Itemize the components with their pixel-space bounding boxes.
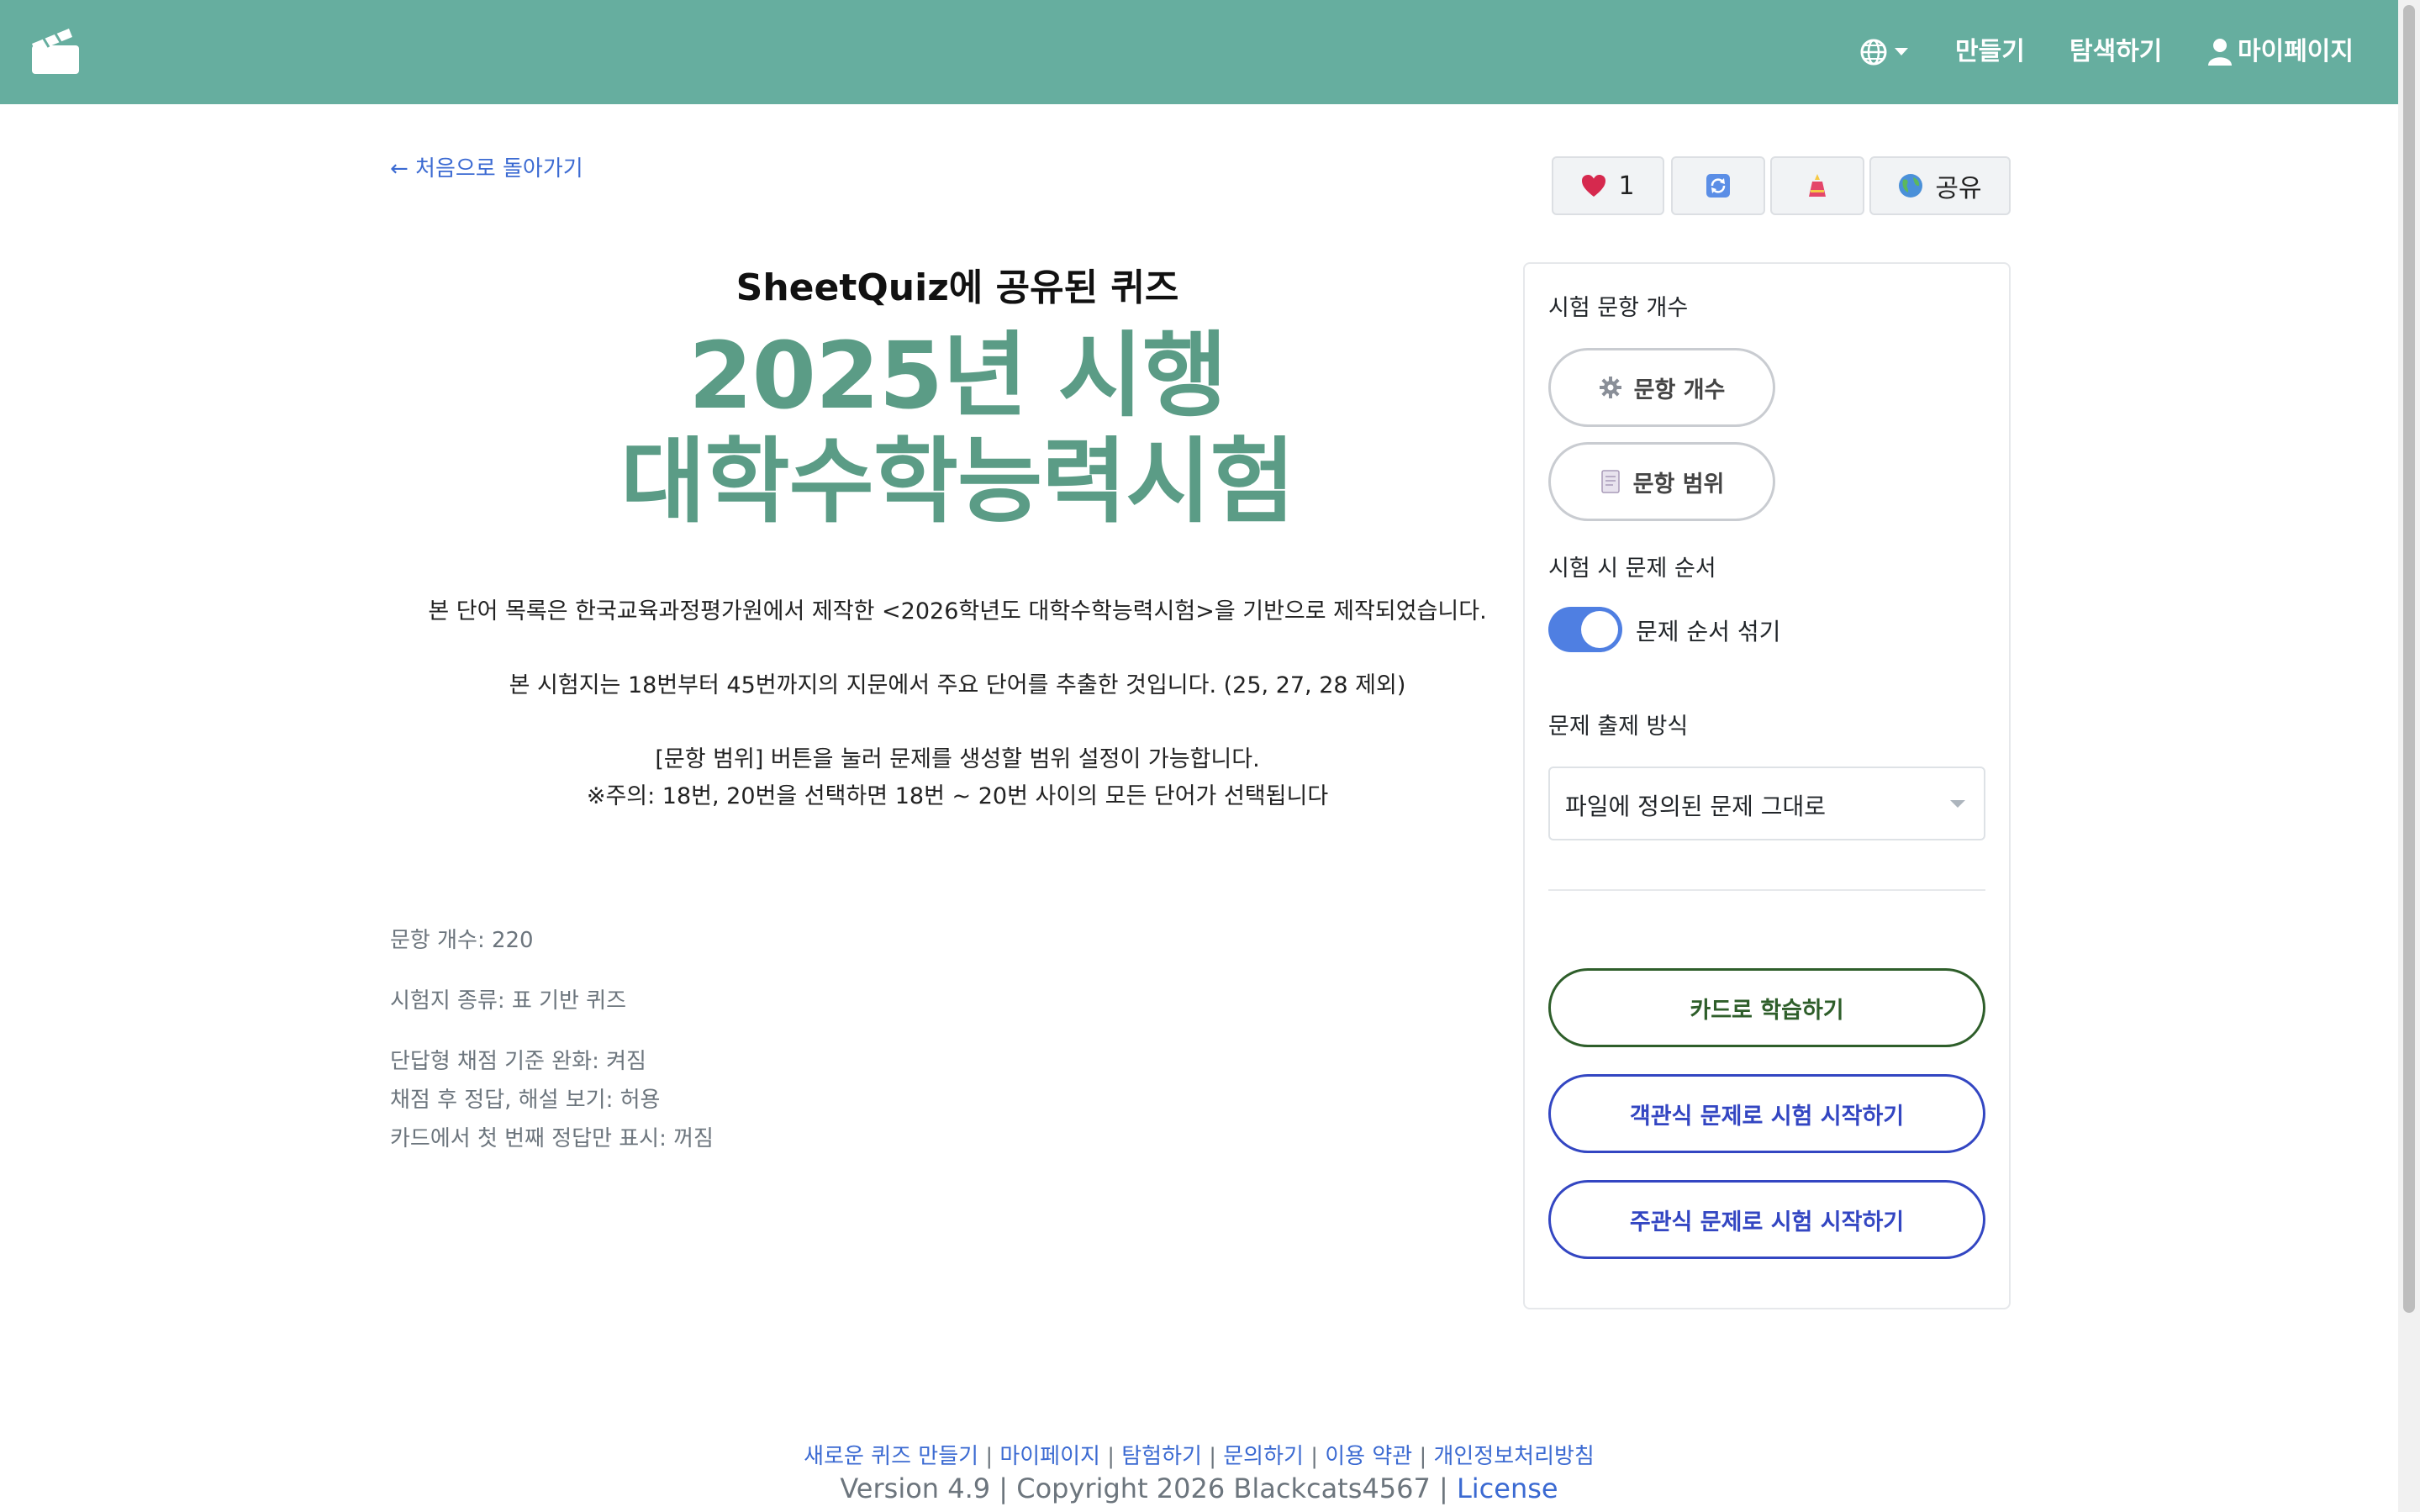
question-count-button-label: 문항 개수 [1633, 377, 1726, 403]
quiz-title-line1: 2025년 시행 [688, 322, 1227, 429]
globe-icon [1860, 39, 1887, 66]
question-order-section-label: 시험 시 문제 순서 [1548, 556, 1716, 582]
user-icon [2208, 39, 2232, 66]
share-label: 공유 [1935, 174, 1982, 203]
question-range-button[interactable]: 문항 범위 [1548, 442, 1775, 521]
quiz-subtitle: SheetQuiz에 공유된 퀴즈 [735, 266, 1179, 309]
heart-icon [1582, 175, 1606, 197]
question-count-section-label: 시험 문항 개수 [1548, 295, 1689, 321]
description-line: [문항 범위] 버튼을 눌러 문제를 생성할 범위 설정이 가능합니다. [655, 746, 1260, 772]
footer-separator: | [985, 1444, 994, 1469]
toggle-knob [1581, 611, 1618, 648]
trophy-icon [1809, 174, 1826, 197]
footer-links: 새로운 퀴즈 만들기 | 마이페이지 | 탐험하기 | 문의하기 | 이용 약관… [0, 1439, 2398, 1470]
meta-question-count: 문항 개수: 220 [390, 928, 534, 953]
navbar: 만들기 탐색하기 마이페이지 [0, 0, 2398, 104]
start-multiple-choice-button[interactable]: 객관식 문제로 시험 시작하기 [1548, 1074, 1985, 1153]
ranking-button[interactable] [1770, 156, 1864, 215]
description-line: 본 시험지는 18번부터 45번까지의 지문에서 주요 단어를 추출한 것입니다… [509, 672, 1406, 698]
page-scrollbar[interactable] [2398, 0, 2420, 1512]
footer-separator: | [1209, 1444, 1216, 1469]
earth-icon [1899, 174, 1923, 198]
footer-separator: | [1310, 1444, 1318, 1469]
question-mode-select[interactable]: 파일에 정의된 문제 그대로 [1548, 767, 1985, 840]
scrollbar-thumb[interactable] [2403, 5, 2415, 1313]
panel-divider [1548, 889, 1985, 891]
meta-relaxed-grading: 단답형 채점 기준 완화: 켜짐 [390, 1049, 646, 1074]
footer-separator: | [1419, 1444, 1427, 1469]
footer-separator: | [1107, 1444, 1115, 1469]
question-mode-value: 파일에 정의된 문제 그대로 [1565, 793, 1827, 820]
start-short-answer-button[interactable]: 주관식 문제로 시험 시작하기 [1548, 1180, 1985, 1259]
description-line: 본 단어 목록은 한국교육과정평가원에서 제작한 <2026학년도 대학수학능력… [428, 598, 1487, 624]
quiz-title-line2: 대학수학능력시험 [620, 428, 1295, 535]
refresh-icon [1706, 174, 1730, 198]
meta-first-answer-only: 카드에서 첫 번째 정답만 표시: 꺼짐 [390, 1126, 714, 1151]
meta-quiz-type: 시험지 종류: 표 기반 퀴즈 [390, 988, 627, 1014]
language-dropdown[interactable] [1859, 35, 1908, 69]
meta-show-answer: 채점 후 정답, 해설 보기: 허용 [390, 1088, 661, 1113]
nav-make-link[interactable]: 만들기 [1955, 30, 2025, 74]
question-range-button-label: 문항 범위 [1632, 471, 1725, 498]
footer-link-contact[interactable]: 문의하기 [1223, 1444, 1304, 1469]
study-cards-button[interactable]: 카드로 학습하기 [1548, 968, 1985, 1047]
share-button[interactable]: 공유 [1869, 156, 2011, 215]
footer-link-privacy[interactable]: 개인정보처리방침 [1433, 1444, 1594, 1469]
like-button[interactable]: 1 [1552, 156, 1664, 215]
quiz-description: 본 단어 목록은 한국교육과정평가원에서 제작한 <2026학년도 대학수학능력… [390, 593, 1525, 815]
quiz-title: 2025년 시행 대학수학능력시험 [390, 323, 1525, 535]
question-mode-section-label: 문제 출제 방식 [1548, 714, 1689, 740]
note-icon [1600, 470, 1620, 493]
footer-license-link[interactable]: License [1457, 1472, 1558, 1504]
description-line: ※주의: 18번, 20번을 선택하면 18번 ~ 20번 사이의 모든 단어가… [586, 783, 1329, 809]
footer-version-text: Version 4.9 | Copyright 2026 Blackcats45… [840, 1472, 1457, 1504]
footer-link-new-quiz[interactable]: 새로운 퀴즈 만들기 [804, 1444, 978, 1469]
quiz-meta: 문항 개수: 220 시험지 종류: 표 기반 퀴즈 단답형 채점 기준 완화:… [390, 921, 714, 1158]
caret-down-icon [1895, 48, 1908, 55]
footer-link-mypage[interactable]: 마이페이지 [999, 1444, 1100, 1469]
footer-version: Version 4.9 | Copyright 2026 Blackcats45… [0, 1472, 2398, 1504]
shuffle-toggle-label: 문제 순서 섞기 [1636, 618, 1781, 645]
nav-explore-link[interactable]: 탐색하기 [2069, 30, 2162, 74]
footer-link-explore[interactable]: 탐험하기 [1121, 1444, 1202, 1469]
gear-icon [1599, 377, 1621, 398]
question-count-button[interactable]: 문항 개수 [1548, 348, 1775, 427]
reload-button[interactable] [1671, 156, 1765, 215]
chevron-down-icon [1950, 800, 1965, 808]
nav-mypage-link[interactable]: 마이페이지 [2207, 30, 2354, 74]
clapperboard-icon[interactable] [30, 25, 82, 77]
nav-mypage-label: 마이페이지 [2238, 37, 2354, 66]
footer-link-terms[interactable]: 이용 약관 [1325, 1444, 1412, 1469]
shuffle-toggle[interactable] [1548, 607, 1622, 652]
back-to-home-link[interactable]: ← 처음으로 돌아가기 [390, 151, 583, 182]
like-count: 1 [1618, 171, 1635, 201]
